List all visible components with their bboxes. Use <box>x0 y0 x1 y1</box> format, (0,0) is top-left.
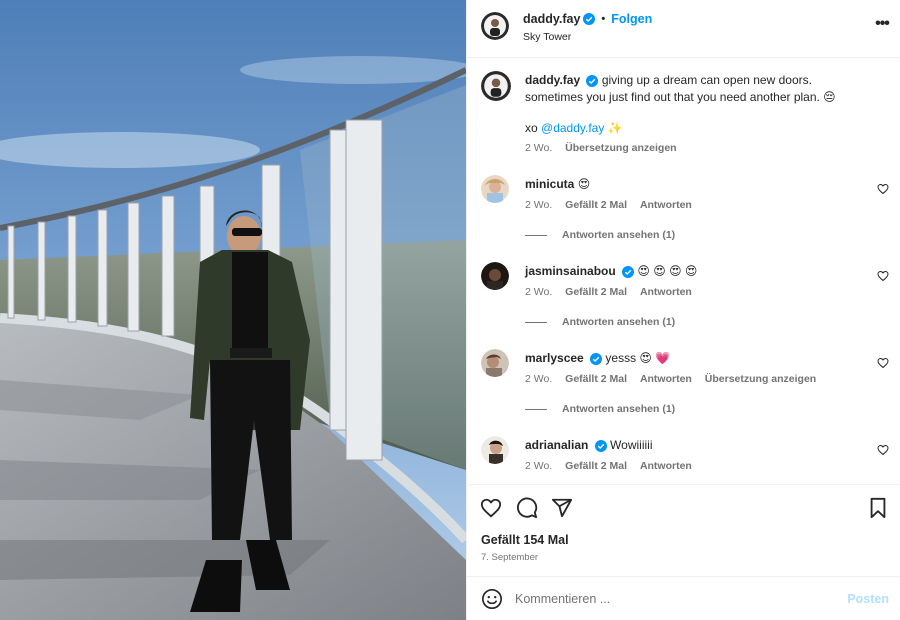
comment-row: minicuta 😍 <box>525 176 865 193</box>
comment-reply-button[interactable]: Antworten <box>640 460 692 472</box>
caption-mention-link[interactable]: @daddy.fay <box>541 121 604 135</box>
replies-divider-line <box>525 321 547 323</box>
comment-translate-link[interactable]: Übersetzung anzeigen <box>705 373 816 385</box>
caption-xo: xo <box>525 121 538 135</box>
comment-avatar[interactable] <box>481 175 509 203</box>
post-comment-button[interactable]: Posten <box>847 592 889 606</box>
follow-button[interactable]: Folgen <box>611 12 652 26</box>
caption-meta: 2 Wo. Übersetzung anzeigen <box>525 142 687 154</box>
likes-count[interactable]: Gefällt 154 Mal <box>481 533 569 547</box>
author-username[interactable]: daddy.fay <box>523 12 580 26</box>
comment-username[interactable]: jasminsainabou <box>525 264 616 278</box>
more-options-icon[interactable]: ••• <box>873 14 891 34</box>
comment-username[interactable]: adrianalian <box>525 438 588 452</box>
verified-badge-icon <box>622 265 635 278</box>
header-separator: • <box>601 13 606 25</box>
comment-meta: 2 Wo. Gefällt 2 Mal Antworten <box>525 199 702 211</box>
replies-divider-line <box>525 408 547 410</box>
heart-icon[interactable] <box>480 497 502 519</box>
comment-username[interactable]: minicuta <box>525 177 574 191</box>
verified-badge-icon <box>594 439 607 452</box>
comment-meta: 2 Wo. Gefällt 2 Mal Antworten <box>525 286 702 298</box>
sparkle-emoji: ✨ <box>607 121 623 135</box>
post-location[interactable]: Sky Tower <box>523 31 571 43</box>
header-user-line: daddy.fay • Folgen <box>523 12 652 26</box>
caption-username[interactable]: daddy.fay <box>525 73 580 87</box>
comment-age: 2 Wo. <box>525 199 553 211</box>
comment-text: yesss 😍 💗 <box>605 351 671 365</box>
verified-badge-icon <box>590 352 603 365</box>
comment-username[interactable]: marlyscee <box>525 351 584 365</box>
comment-reply-button[interactable]: Antworten <box>640 373 692 385</box>
verified-badge-icon <box>583 13 596 25</box>
comment-meta: 2 Wo. Gefällt 2 Mal Antworten Übersetzun… <box>525 373 826 385</box>
comments-list[interactable]: daddy.fay giving up a dream can open new… <box>467 58 900 484</box>
caption-line1: giving up a dream can open new doors. <box>601 73 812 87</box>
caption-author-avatar[interactable] <box>481 71 511 101</box>
comment-text: 😍 😍 😍 😍 <box>637 264 698 278</box>
comment-avatar[interactable] <box>481 436 509 464</box>
view-replies-button[interactable]: Antworten ansehen (1) <box>525 316 675 328</box>
comment-avatar[interactable] <box>481 349 509 377</box>
comment-icon[interactable] <box>516 497 538 519</box>
comment-like-heart-icon[interactable] <box>877 444 889 456</box>
view-replies-label: Antworten ansehen (1) <box>562 403 676 415</box>
comment-meta: 2 Wo. Gefällt 2 Mal Antworten <box>525 460 702 472</box>
view-replies-button[interactable]: Antworten ansehen (1) <box>525 229 675 241</box>
comment-like-heart-icon[interactable] <box>877 270 889 282</box>
post-photo-image <box>0 0 466 620</box>
post-photo[interactable] <box>0 0 466 620</box>
caption-translate-link[interactable]: Übersetzung anzeigen <box>565 142 676 154</box>
comment-reply-button[interactable]: Antworten <box>640 286 692 298</box>
comment-age: 2 Wo. <box>525 460 553 472</box>
replies-divider-line <box>525 234 547 236</box>
comment-likes[interactable]: Gefällt 2 Mal <box>565 286 627 298</box>
post-date: 7. September <box>481 552 539 563</box>
caption-signoff: xo @daddy.fay ✨ <box>525 120 865 137</box>
comment-row: jasminsainabou 😍 😍 😍 😍 <box>525 263 865 280</box>
comment-age: 2 Wo. <box>525 373 553 385</box>
view-replies-label: Antworten ansehen (1) <box>562 229 676 241</box>
comment-age: 2 Wo. <box>525 286 553 298</box>
post-header: daddy.fay • Folgen Sky Tower ••• <box>467 0 900 58</box>
view-replies-button[interactable]: Antworten ansehen (1) <box>525 403 675 415</box>
comment-likes[interactable]: Gefällt 2 Mal <box>565 199 627 211</box>
comment-like-heart-icon[interactable] <box>877 357 889 369</box>
author-avatar[interactable] <box>481 12 509 40</box>
comment-like-heart-icon[interactable] <box>877 183 889 195</box>
share-icon[interactable] <box>551 497 573 519</box>
caption-text: daddy.fay giving up a dream can open new… <box>525 72 865 106</box>
comment-avatar[interactable] <box>481 262 509 290</box>
comment-reply-button[interactable]: Antworten <box>640 199 692 211</box>
comment-row: adrianalian Wowiiiiii <box>525 437 865 454</box>
bookmark-icon[interactable] <box>867 497 889 519</box>
emoji-icon[interactable] <box>481 588 503 610</box>
post-panel: daddy.fay • Folgen Sky Tower ••• daddy.f… <box>466 0 900 620</box>
caption-age: 2 Wo. <box>525 142 553 154</box>
comment-text: 😍 <box>577 177 591 191</box>
comment-row: marlyscee yesss 😍 💗 <box>525 350 865 367</box>
comment-text: Wowiiiiii <box>610 438 653 452</box>
comment-composer: Posten <box>467 576 900 620</box>
comment-likes[interactable]: Gefällt 2 Mal <box>565 373 627 385</box>
view-replies-label: Antworten ansehen (1) <box>562 316 676 328</box>
post-actions: Gefällt 154 Mal 7. September <box>467 484 900 576</box>
comment-input[interactable] <box>515 589 835 609</box>
comment-likes[interactable]: Gefällt 2 Mal <box>565 460 627 472</box>
verified-badge-icon <box>586 74 599 87</box>
caption-line2: sometimes you just find out that you nee… <box>525 90 836 104</box>
